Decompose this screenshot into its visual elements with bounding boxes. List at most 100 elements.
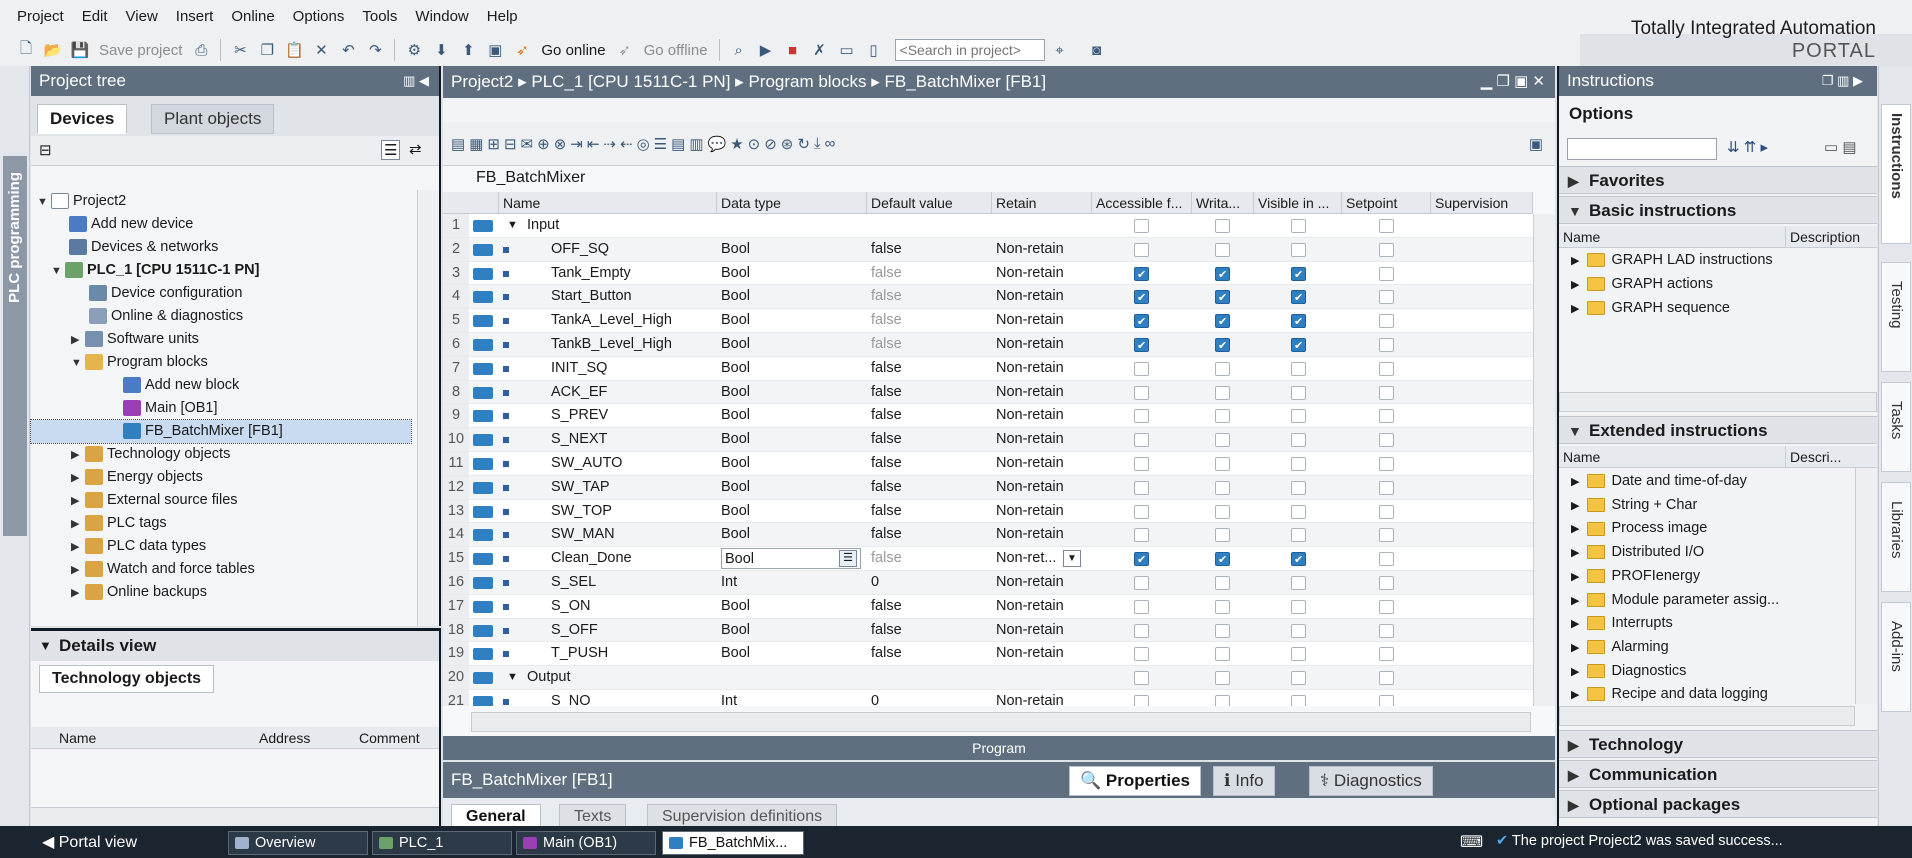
setpoint-checkbox[interactable]: [1379, 599, 1394, 614]
cell-data-type[interactable]: Bool: [721, 523, 861, 546]
tab-plant-objects[interactable]: Plant objects: [151, 104, 275, 134]
simulation-icon[interactable]: ▣: [483, 38, 507, 62]
print-icon[interactable]: ⎙: [189, 38, 213, 62]
col-name[interactable]: Name: [59, 727, 96, 749]
setpoint-checkbox[interactable]: [1379, 504, 1394, 519]
table-row[interactable]: 8 ACK_EF Bool false Non-retain: [443, 380, 1533, 405]
writable-checkbox[interactable]: [1215, 457, 1230, 471]
split-vertical-icon[interactable]: ▯: [862, 38, 886, 62]
subtab-texts[interactable]: Texts: [559, 804, 627, 828]
download-icon[interactable]: ⬇: [429, 38, 453, 62]
go-online-button[interactable]: Go online: [537, 42, 609, 59]
table-row[interactable]: 4 Start_Button Bool false Non-retain: [443, 285, 1533, 311]
cell-name[interactable]: SW_AUTO: [551, 452, 721, 475]
cell-data-type[interactable]: Bool: [721, 619, 861, 642]
cell-retain[interactable]: Non-retain: [996, 404, 1086, 427]
tree-item-add-device[interactable]: Add new device: [31, 213, 411, 236]
cell-retain[interactable]: Non-retain: [996, 262, 1086, 285]
setpoint-checkbox[interactable]: [1379, 552, 1394, 567]
tab-add-ins[interactable]: Add-ins: [1881, 602, 1911, 712]
menu-edit[interactable]: Edit: [73, 0, 117, 34]
accessible-checkbox[interactable]: [1134, 433, 1149, 448]
chevron-down-icon[interactable]: ▼: [507, 666, 518, 689]
visible-checkbox[interactable]: [1291, 528, 1306, 543]
cell-retain[interactable]: Non-retain: [996, 381, 1086, 404]
cell-name[interactable]: S_SEL: [551, 571, 721, 594]
expanded-arrow-icon[interactable]: ▼: [71, 352, 85, 375]
accessible-checkbox[interactable]: [1134, 671, 1149, 686]
stop-cpu-icon[interactable]: ■: [781, 38, 805, 62]
table-row[interactable]: 20 ▼ Output: [443, 666, 1533, 690]
save-project-button[interactable]: Save project: [95, 42, 186, 59]
writable-checkbox[interactable]: [1215, 335, 1230, 359]
visible-checkbox[interactable]: [1291, 264, 1306, 287]
menu-help[interactable]: Help: [478, 0, 527, 34]
cell-name[interactable]: INIT_SQ: [551, 357, 721, 380]
cell-data-type[interactable]: Bool: [721, 285, 861, 308]
cell-name[interactable]: S_NEXT: [551, 428, 721, 451]
breadcrumb-plc[interactable]: PLC_1 [CPU 1511C-1 PN]: [531, 72, 730, 91]
section-extended[interactable]: ▼ Extended instructions: [1559, 416, 1877, 444]
table-row[interactable]: 19 T_PUSH Bool false Non-retain: [443, 642, 1533, 667]
tree-view-icon[interactable]: ☰: [381, 140, 401, 160]
cell-default-value[interactable]: false: [871, 381, 989, 404]
col-name[interactable]: Name: [1563, 226, 1600, 248]
tree-item-software-units[interactable]: ▶ Software units: [31, 328, 411, 351]
cell-default-value[interactable]: false: [871, 357, 989, 380]
accessible-checkbox[interactable]: [1134, 623, 1149, 638]
setpoint-checkbox[interactable]: [1379, 219, 1394, 233]
cell-default-value[interactable]: false: [871, 285, 989, 308]
collapsed-arrow-icon[interactable]: ▶: [71, 513, 85, 536]
new-project-icon[interactable]: 🗋: [14, 38, 38, 62]
breakpoint-icon[interactable]: ⊛: [781, 135, 794, 153]
col-address[interactable]: Address: [259, 727, 310, 749]
cell-default-value[interactable]: false: [871, 404, 989, 427]
col-description[interactable]: Descri...: [1785, 446, 1841, 468]
cell-default-value[interactable]: false: [871, 642, 989, 665]
setpoint-checkbox[interactable]: [1379, 385, 1394, 400]
taskbar-overview[interactable]: Overview: [228, 831, 368, 855]
basic-hscrollbar[interactable]: [1559, 392, 1877, 412]
program-strip[interactable]: Program: [443, 736, 1555, 760]
go-online-icon[interactable]: ➶: [510, 38, 534, 62]
toggle-absolute-icon[interactable]: ◎: [637, 135, 650, 153]
step-icon[interactable]: ↻: [797, 135, 810, 153]
tree-item-online-diagnostics[interactable]: Online & diagnostics: [31, 305, 411, 328]
setpoint-checkbox[interactable]: [1379, 266, 1394, 281]
cell-default-value[interactable]: false: [871, 500, 989, 523]
breadcrumb-project[interactable]: Project2: [451, 72, 513, 91]
layout-icons[interactable]: ▭ ▤: [1824, 138, 1857, 156]
writable-checkbox[interactable]: [1215, 647, 1230, 662]
subtab-general[interactable]: General: [451, 804, 541, 828]
cell-name[interactable]: SW_TOP: [551, 500, 721, 523]
chevron-down-icon[interactable]: ▼: [507, 214, 518, 237]
upload-icon[interactable]: ⬆: [456, 38, 480, 62]
glasses-icon[interactable]: ∞: [825, 135, 836, 152]
setpoint-checkbox[interactable]: [1379, 576, 1394, 590]
cell-retain[interactable]: Non-retain: [996, 642, 1086, 665]
table-row[interactable]: 18 S_OFF Bool false Non-retain: [443, 618, 1533, 643]
tree-item-plc-tags[interactable]: ▶ PLC tags: [31, 512, 411, 535]
cell-data-type[interactable]: Bool: [721, 404, 861, 427]
visible-checkbox[interactable]: [1291, 385, 1306, 400]
cell-data-type[interactable]: Bool: [721, 357, 861, 380]
insert-network-icon[interactable]: ⊕: [537, 135, 550, 153]
setpoint-checkbox[interactable]: [1379, 242, 1394, 257]
cell-data-type[interactable]: Bool: [721, 595, 861, 618]
instruction-search-icons[interactable]: ⇊ ⇈ ▸: [1727, 138, 1768, 156]
cell-default-value[interactable]: 0: [871, 571, 989, 594]
cell-name[interactable]: TankA_Level_High: [551, 309, 721, 332]
table-row[interactable]: 7 INIT_SQ Bool false Non-retain: [443, 356, 1533, 381]
col-name[interactable]: Name: [1563, 446, 1600, 468]
tree-settings-icon[interactable]: ⊟: [39, 141, 52, 159]
cell-retain[interactable]: Non-retain: [996, 500, 1086, 523]
portal-view-button[interactable]: ◀ Portal view: [42, 832, 137, 852]
tree-item-watch-tables[interactable]: ▶ Watch and force tables: [31, 558, 411, 581]
table-hscrollbar[interactable]: [471, 712, 1531, 732]
col-comment[interactable]: Comment: [359, 727, 420, 749]
breadcrumb-program-blocks[interactable]: Program blocks: [748, 72, 866, 91]
cell-default-value[interactable]: false: [871, 452, 989, 475]
start-cpu-icon[interactable]: ▶: [754, 38, 778, 62]
accessible-checkbox[interactable]: [1134, 335, 1149, 359]
cell-default-value[interactable]: false: [871, 238, 989, 261]
